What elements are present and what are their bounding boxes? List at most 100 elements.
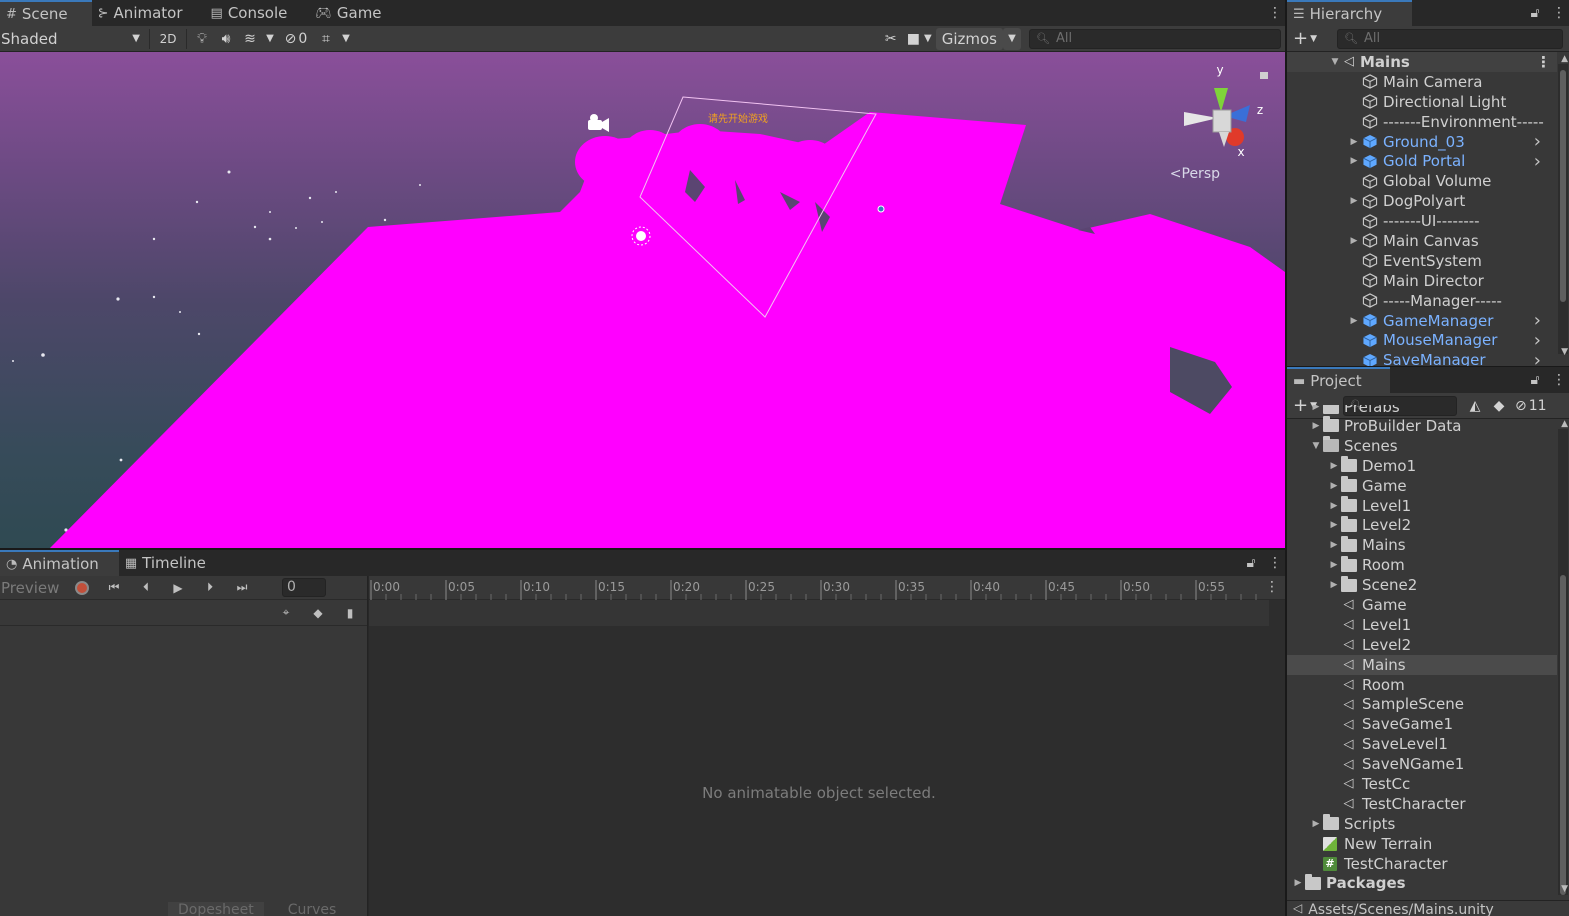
- orientation-gizmo[interactable]: y z x: [1184, 63, 1263, 159]
- shading-mode-dropdown[interactable]: Shaded ▼: [0, 28, 146, 50]
- tab-hierarchy[interactable]: ☰ Hierarchy: [1287, 0, 1413, 26]
- project-item[interactable]: ◁ Level2: [1287, 635, 1557, 655]
- tools-button[interactable]: ✂: [879, 28, 903, 50]
- event-lane[interactable]: [369, 600, 1269, 626]
- kebab-menu-icon[interactable]: ⋮: [1549, 367, 1569, 393]
- open-prefab-icon[interactable]: ›: [1534, 330, 1541, 351]
- project-item[interactable]: ▶ ProBuilder Data: [1287, 416, 1557, 436]
- expand-arrow-icon[interactable]: ▶: [1309, 405, 1323, 412]
- hierarchy-item[interactable]: ▶ Main Canvas: [1287, 231, 1557, 251]
- hierarchy-item[interactable]: EventSystem: [1287, 251, 1557, 271]
- lighting-toggle-button[interactable]: 💡︎: [190, 28, 214, 50]
- hierarchy-item[interactable]: Global Volume: [1287, 171, 1557, 191]
- curves-tab[interactable]: Curves: [264, 902, 361, 916]
- hierarchy-item[interactable]: Main Director: [1287, 271, 1557, 291]
- hierarchy-item[interactable]: Main Camera: [1287, 72, 1557, 92]
- kebab-menu-icon[interactable]: ⋮: [1536, 53, 1551, 71]
- expand-arrow-icon[interactable]: ▶: [1327, 580, 1341, 590]
- tab-animation[interactable]: ◔ Animation: [0, 550, 119, 576]
- project-item[interactable]: ▶ Level2: [1287, 515, 1557, 535]
- dopesheet-tab[interactable]: Dopesheet: [168, 902, 264, 916]
- open-prefab-icon[interactable]: ›: [1534, 310, 1541, 331]
- add-event-button[interactable]: ▮: [337, 602, 363, 624]
- project-item[interactable]: ◁ Mains: [1287, 654, 1557, 675]
- expand-arrow-icon[interactable]: ▶: [1327, 560, 1341, 570]
- create-button[interactable]: + ▼: [1287, 28, 1323, 50]
- scroll-up-icon[interactable]: ▲: [1561, 54, 1568, 64]
- expand-arrow-icon[interactable]: ▼: [1309, 441, 1323, 451]
- expand-arrow-icon[interactable]: ▶: [1347, 137, 1361, 147]
- preview-button[interactable]: Preview: [0, 579, 66, 597]
- kebab-menu-icon[interactable]: ⋮: [1265, 579, 1279, 595]
- project-item[interactable]: ◁ TestCharacter: [1287, 794, 1557, 814]
- lock-icon[interactable]: 🔓︎: [1237, 550, 1265, 576]
- project-item[interactable]: ▶ Game: [1287, 476, 1557, 496]
- project-item[interactable]: ▶ Demo1: [1287, 456, 1557, 476]
- kebab-menu-icon[interactable]: ⋮: [1549, 0, 1569, 26]
- kebab-menu-icon[interactable]: ⋮: [1265, 0, 1285, 26]
- tab-game[interactable]: 🎮︎ Game: [309, 0, 403, 26]
- last-keyframe-button[interactable]: ⏭︎: [226, 577, 258, 599]
- project-item[interactable]: ◁ SampleScene: [1287, 694, 1557, 714]
- project-item[interactable]: # TestCharacter: [1287, 854, 1557, 874]
- project-item[interactable]: ▶ Scene2: [1287, 575, 1557, 595]
- effects-dropdown-button[interactable]: ▼: [262, 28, 278, 50]
- hierarchy-item[interactable]: SaveManager ›: [1287, 350, 1557, 366]
- project-item[interactable]: ▶ Mains: [1287, 535, 1557, 555]
- timeline-area[interactable]: 0:00 0:05 0:10 0:15 0:20 0:25 0:30 0:35 0:40 0:45…: [369, 576, 1285, 916]
- expand-arrow-icon[interactable]: ▶: [1309, 819, 1323, 829]
- object-gizmo-icon[interactable]: [877, 205, 885, 213]
- open-prefab-icon[interactable]: ›: [1534, 131, 1541, 152]
- filter-selection-button[interactable]: ⌖: [273, 602, 299, 624]
- tab-console[interactable]: ▤ Console: [205, 0, 310, 26]
- kebab-menu-icon[interactable]: ⋮: [1265, 550, 1285, 576]
- camera-gizmo-icon[interactable]: [588, 114, 609, 132]
- scroll-up-icon[interactable]: ▲: [1561, 419, 1568, 429]
- grid-dropdown-button[interactable]: ▼: [338, 28, 354, 50]
- open-prefab-icon[interactable]: ›: [1534, 350, 1541, 366]
- hierarchy-scrollbar[interactable]: [1558, 64, 1568, 354]
- expand-arrow-icon[interactable]: ▶: [1309, 421, 1323, 431]
- project-item[interactable]: ◁ Room: [1287, 675, 1557, 695]
- clipped-folder-row[interactable]: ▶ Prefabs: [1287, 405, 1557, 416]
- scene-viewport[interactable]: 请先开始游戏 y z x <Persp: [0, 52, 1285, 548]
- effects-toggle-button[interactable]: ≋: [238, 28, 262, 50]
- record-button[interactable]: [66, 577, 98, 599]
- audio-toggle-button[interactable]: 🔊︎: [214, 28, 238, 50]
- hierarchy-scroll-thumb[interactable]: [1560, 70, 1566, 302]
- project-item[interactable]: ▶ Room: [1287, 555, 1557, 575]
- frame-input[interactable]: 0: [282, 578, 326, 597]
- next-keyframe-button[interactable]: ⏵︎: [194, 577, 226, 599]
- add-keyframe-button[interactable]: ◆: [305, 602, 331, 624]
- expand-arrow-icon[interactable]: ▶: [1327, 481, 1341, 491]
- hierarchy-item[interactable]: -------Environment-----: [1287, 112, 1557, 132]
- tab-timeline[interactable]: ▦ Timeline: [119, 550, 228, 576]
- expand-arrow-icon[interactable]: ▶: [1327, 461, 1341, 471]
- scroll-down-icon[interactable]: ▼: [1561, 884, 1568, 894]
- scene-root-row[interactable]: ▼ ◁ Mains ⋮: [1287, 52, 1557, 72]
- scene-visibility-button[interactable]: ⊘ 0: [278, 28, 314, 50]
- hierarchy-item[interactable]: ▶ Ground_03 ›: [1287, 131, 1557, 152]
- camera-settings-button[interactable]: ■ ▼: [903, 28, 936, 50]
- expand-arrow-icon[interactable]: ▶: [1327, 501, 1341, 511]
- expand-arrow-icon[interactable]: ▶: [1347, 156, 1361, 166]
- hierarchy-item[interactable]: ▶ GameManager ›: [1287, 310, 1557, 331]
- lock-icon[interactable]: [1260, 72, 1268, 79]
- grid-toggle-button[interactable]: ⌗: [314, 28, 338, 50]
- project-item[interactable]: ▶ Packages: [1287, 873, 1557, 893]
- hierarchy-item[interactable]: ▶ DogPolyart: [1287, 191, 1557, 211]
- hierarchy-item[interactable]: Directional Light: [1287, 92, 1557, 112]
- project-item[interactable]: ◁ Game: [1287, 595, 1557, 615]
- hierarchy-search-input[interactable]: 🔍︎ All: [1337, 28, 1563, 49]
- expand-arrow-icon[interactable]: ▶: [1327, 540, 1341, 550]
- 2d-toggle-button[interactable]: 2D: [153, 28, 183, 50]
- play-button[interactable]: ▶: [162, 577, 194, 599]
- tab-scene[interactable]: # Scene: [0, 0, 92, 26]
- tab-animator[interactable]: ⊱ Animator: [92, 0, 205, 26]
- projection-toggle[interactable]: <Persp: [1170, 166, 1220, 182]
- gizmos-dropdown-button[interactable]: ▼: [1003, 27, 1021, 50]
- scene-search-input[interactable]: 🔍︎ All: [1029, 28, 1281, 49]
- project-item[interactable]: ◁ SaveLevel1: [1287, 734, 1557, 754]
- tab-project[interactable]: ▬ Project: [1287, 367, 1390, 393]
- project-item[interactable]: ▶ Scripts: [1287, 814, 1557, 834]
